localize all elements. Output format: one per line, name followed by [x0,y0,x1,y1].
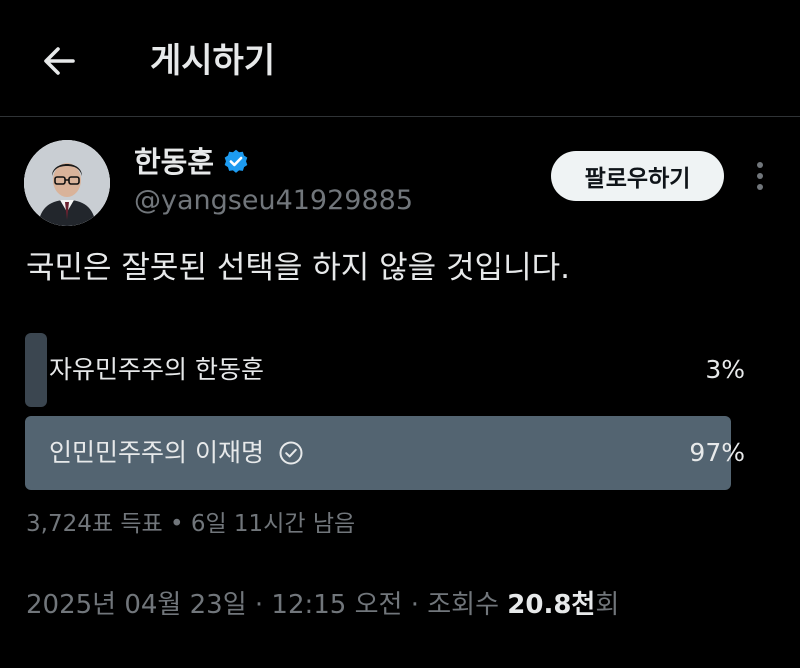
display-name[interactable]: 한동훈 [134,144,214,180]
name-row: 한동훈 [134,144,250,180]
poll-option-percent: 97% [689,438,745,467]
poll-option-label: 인민민주주의 이재명 [49,438,264,467]
check-circle-icon [278,440,304,466]
top-bar: 게시하기 [0,0,800,117]
poll-option[interactable]: 자유민주주의 한동훈 3% [25,333,753,407]
back-button[interactable] [36,38,82,84]
tweet-meta: 2025년 04월 23일 · 12:15 오전 · 조회수 20.8천회 [26,585,619,625]
poll: 자유민주주의 한동훈 3% 인민민주주의 이재명 97% [25,333,753,499]
verified-badge-icon[interactable] [222,148,250,176]
follow-button[interactable]: 팔로우하기 [551,151,724,201]
view-count: 20.8천 [507,590,596,620]
avatar-image [24,140,110,226]
view-count-suffix: 회 [595,590,620,620]
tweet-text: 국민은 잘못된 선택을 하지 않을 것입니다. [26,250,570,286]
poll-meta: 3,724표 득표 • 6일 11시간 남음 [26,511,356,537]
poll-option-label: 자유민주주의 한동훈 [49,355,264,384]
tweet-author: 한동훈 @yangseu41929885 팔로우하기 [24,140,784,230]
poll-option-bar [25,333,47,407]
page-title: 게시하기 [150,41,276,81]
more-vertical-icon[interactable] [748,156,772,196]
poll-option[interactable]: 인민민주주의 이재명 97% [25,416,753,490]
arrow-left-icon [44,47,75,75]
user-handle[interactable]: @yangseu41929885 [134,184,413,218]
poll-option-percent: 3% [705,355,745,384]
timestamp[interactable]: 2025년 04월 23일 · 12:15 오전 · 조회수 [26,590,507,620]
avatar[interactable] [24,140,110,226]
